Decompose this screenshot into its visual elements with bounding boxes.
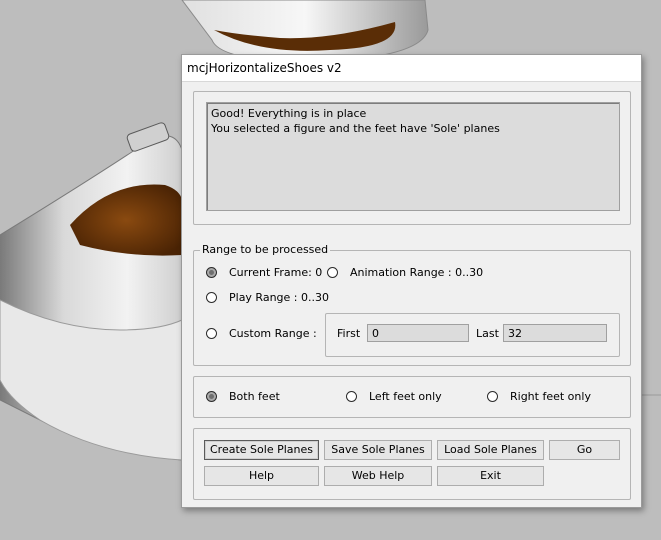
window-title: mcjHorizontalizeShoes v2 <box>187 61 342 75</box>
both-feet-label[interactable]: Both feet <box>229 390 280 403</box>
left-feet-label[interactable]: Left feet only <box>369 390 442 403</box>
create-sole-planes-button[interactable]: Create Sole Planes <box>204 440 319 460</box>
left-feet-radio[interactable] <box>346 391 357 402</box>
status-line-2: You selected a figure and the feet have … <box>211 122 500 135</box>
custom-range-label[interactable]: Custom Range : <box>229 327 317 340</box>
last-label: Last <box>476 327 499 340</box>
help-button[interactable]: Help <box>204 466 319 486</box>
animation-range-radio[interactable] <box>327 267 338 278</box>
status-line-1: Good! Everything is in place <box>211 107 367 120</box>
right-feet-radio[interactable] <box>487 391 498 402</box>
feet-group: Both feet Left feet only Right feet only <box>193 376 631 418</box>
both-feet-radio[interactable] <box>206 391 217 402</box>
web-help-button[interactable]: Web Help <box>324 466 432 486</box>
right-feet-label[interactable]: Right feet only <box>510 390 591 403</box>
first-label: First <box>337 327 361 340</box>
exit-button[interactable]: Exit <box>437 466 544 486</box>
range-group-label: Range to be processed <box>200 243 331 256</box>
custom-range-radio[interactable] <box>206 328 217 339</box>
play-range-radio[interactable] <box>206 292 217 303</box>
range-group: Range to be processed Current Frame: 0 A… <box>193 243 631 366</box>
load-sole-planes-button[interactable]: Load Sole Planes <box>437 440 544 460</box>
status-message-box: Good! Everything is in place You selecte… <box>206 102 620 211</box>
go-button[interactable]: Go <box>549 440 620 460</box>
actions-group: Create Sole Planes Save Sole Planes Load… <box>193 428 631 500</box>
current-frame-label[interactable]: Current Frame: 0 <box>229 266 322 279</box>
title-bar[interactable]: mcjHorizontalizeShoes v2 <box>182 55 641 82</box>
horizontalize-shoes-dialog: mcjHorizontalizeShoes v2 Good! Everythin… <box>181 54 642 508</box>
first-frame-input[interactable] <box>367 324 469 342</box>
status-group: Good! Everything is in place You selecte… <box>193 91 631 225</box>
animation-range-label[interactable]: Animation Range : 0..30 <box>350 266 483 279</box>
play-range-label[interactable]: Play Range : 0..30 <box>229 291 329 304</box>
current-frame-radio[interactable] <box>206 267 217 278</box>
save-sole-planes-button[interactable]: Save Sole Planes <box>324 440 432 460</box>
custom-range-box: First Last <box>325 313 620 357</box>
last-frame-input[interactable] <box>503 324 607 342</box>
